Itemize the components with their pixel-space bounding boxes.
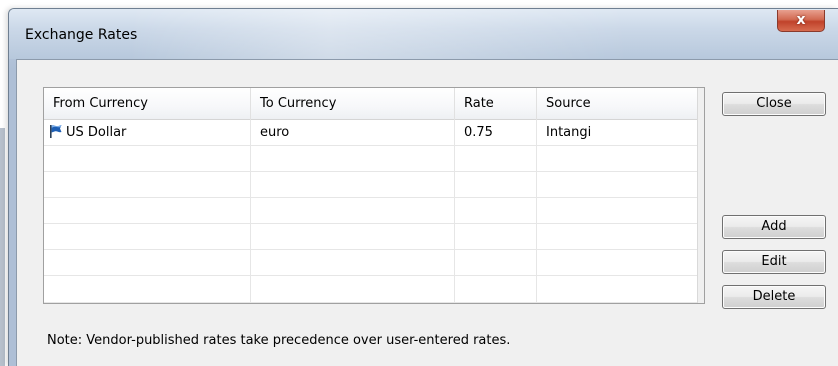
- edit-button[interactable]: Edit: [722, 250, 826, 274]
- exchange-rates-dialog: Exchange Rates x From Currency To Curren…: [8, 8, 838, 366]
- add-button[interactable]: Add: [722, 215, 826, 239]
- table-row-empty: [44, 198, 697, 224]
- table-scroll-gutter: [697, 88, 704, 303]
- column-header-from-currency[interactable]: From Currency: [44, 88, 251, 120]
- window-close-button[interactable]: x: [777, 10, 825, 32]
- cell-source: Intangi: [546, 125, 592, 140]
- window-title: Exchange Rates: [25, 27, 138, 43]
- column-header-to-currency[interactable]: To Currency: [251, 88, 455, 120]
- close-icon: x: [796, 12, 806, 28]
- background-window-edge: [0, 128, 5, 366]
- from-currency-value: US Dollar: [66, 125, 127, 140]
- table-row[interactable]: US Dollar euro 0.75 Intangi: [44, 120, 697, 146]
- cell-to-currency: euro: [251, 120, 455, 146]
- table-row-empty: [44, 146, 697, 172]
- table-row-empty: [44, 250, 697, 276]
- column-header-rate[interactable]: Rate: [455, 88, 537, 120]
- flag-icon: [50, 125, 62, 138]
- close-button[interactable]: Close: [722, 92, 826, 116]
- precedence-note: Note: Vendor-published rates take preced…: [47, 333, 511, 348]
- table-row-empty: [44, 224, 697, 250]
- table-header: From Currency To Currency Rate Source: [44, 88, 697, 120]
- cell-rate: 0.75: [455, 120, 537, 146]
- column-header-source[interactable]: Source: [537, 88, 697, 120]
- dialog-body: From Currency To Currency Rate Source US…: [16, 59, 838, 366]
- exchange-rates-table[interactable]: From Currency To Currency Rate Source US…: [43, 87, 705, 304]
- table-row-empty: [44, 276, 697, 303]
- delete-button[interactable]: Delete: [722, 285, 826, 309]
- table-row-empty: [44, 172, 697, 198]
- cell-from-currency: US Dollar: [44, 120, 251, 146]
- title-bar-glass: [129, 9, 629, 59]
- title-bar[interactable]: Exchange Rates x: [9, 9, 838, 59]
